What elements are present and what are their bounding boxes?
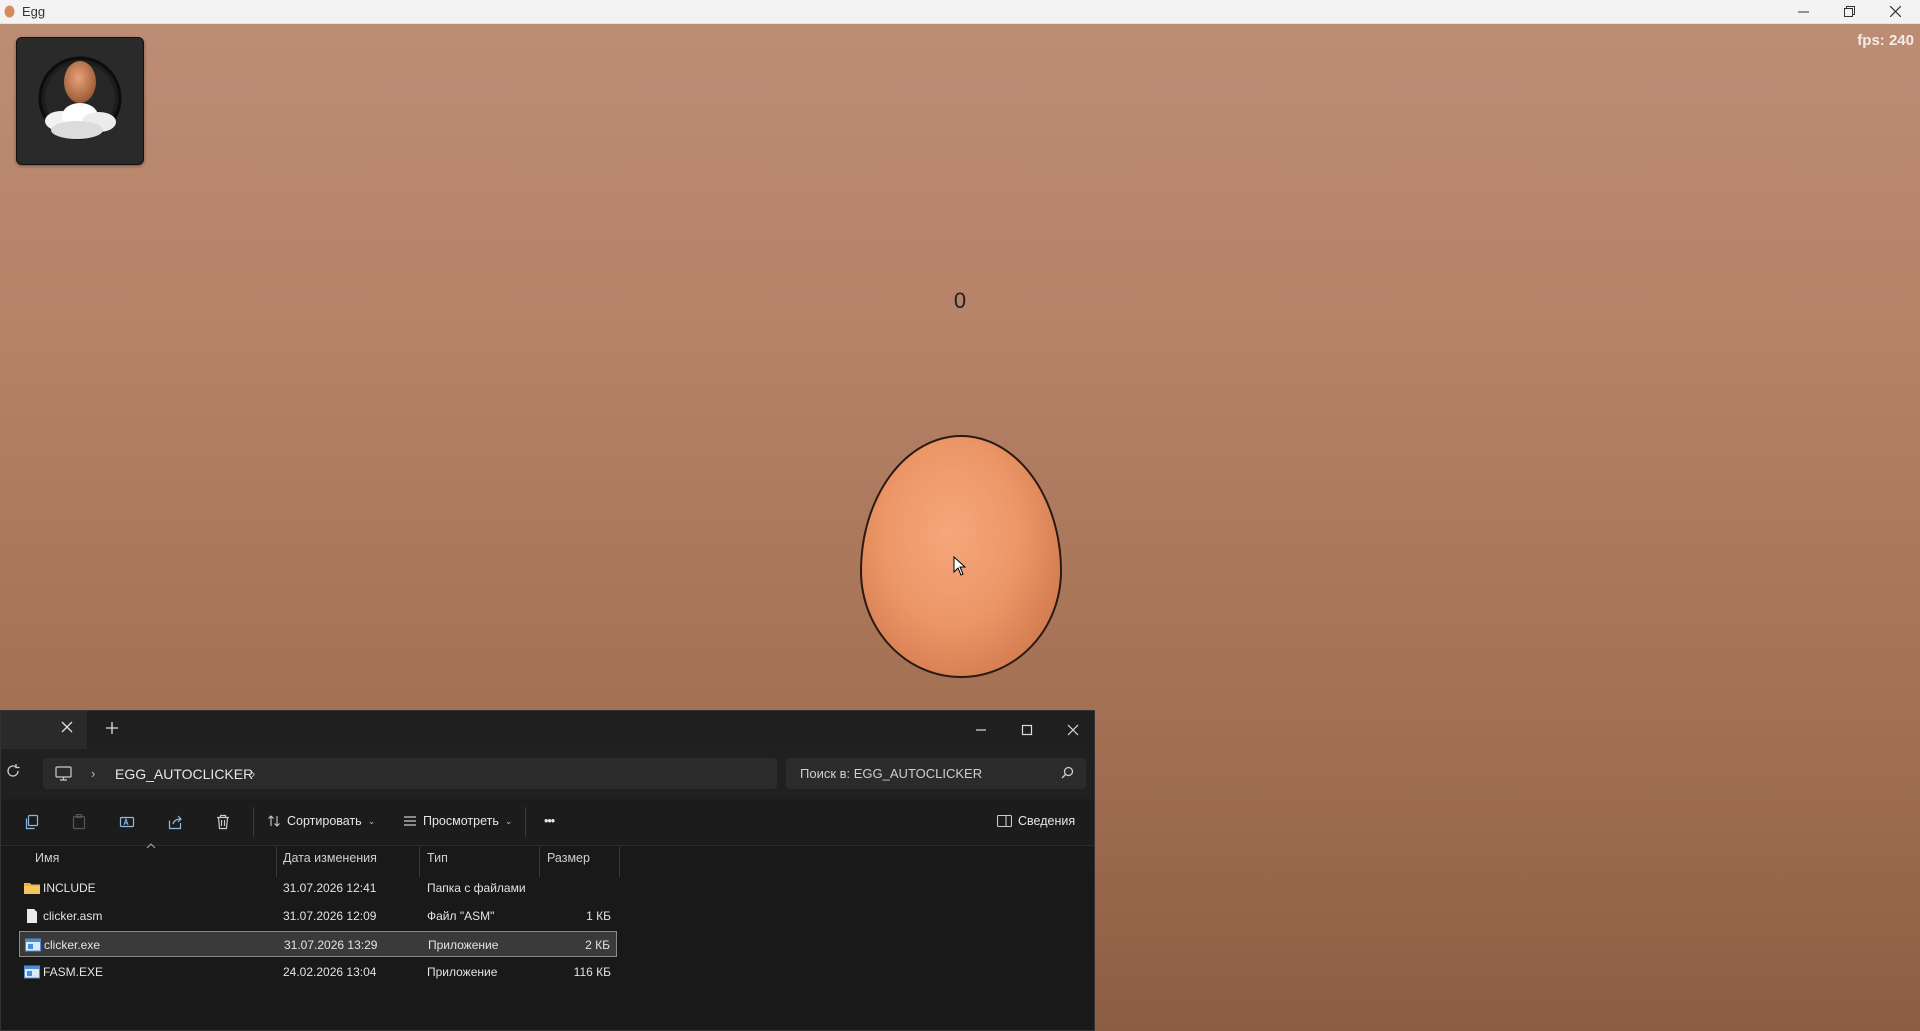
copy-button[interactable] [22,812,42,832]
file-size: 116 КБ [573,965,611,979]
toolbar-separator [253,807,254,837]
view-button[interactable]: Просмотреть ⌄ [403,814,512,828]
view-list-icon [404,816,416,826]
file-name: clicker.asm [43,909,103,923]
close-button[interactable] [1872,0,1918,23]
details-pane-icon [997,814,1012,828]
search-placeholder: Поиск в: EGG_AUTOCLICKER [800,766,983,781]
window-title: Egg [22,4,46,19]
minimize-button[interactable] [1780,0,1826,23]
share-icon [168,815,182,830]
sort-ascending-icon [146,843,156,849]
explorer-maximize-button[interactable] [1013,717,1041,743]
breadcrumb-chevron-icon[interactable]: › [251,766,255,781]
explorer-tab-bar [1,711,1094,749]
file-icon [27,909,37,923]
more-options-button[interactable]: ••• [544,814,555,828]
egg-app-icon [4,5,15,18]
close-icon [1067,724,1079,736]
file-row-selected[interactable]: clicker.exe 31.07.2026 13:29 Приложение … [19,931,617,957]
details-pane-button[interactable]: Сведения [997,814,1075,828]
exe-icon [24,965,40,979]
computer-icon [55,766,72,781]
column-header-modified[interactable]: Дата изменения [283,851,377,875]
file-row[interactable]: clicker.asm 31.07.2026 12:09 Файл "ASM" … [19,903,617,929]
file-modified: 24.02.2026 13:04 [283,965,377,979]
paste-icon [72,814,86,830]
file-explorer-window: › EGG_AUTOCLICKER › Поиск в: EGG_AUTOCLI… [0,710,1095,1031]
explorer-tab[interactable] [1,711,87,749]
column-divider[interactable] [539,847,540,877]
search-box[interactable]: Поиск в: EGG_AUTOCLICKER [786,758,1086,789]
column-header-type[interactable]: Тип [427,851,448,875]
toolbar-separator [525,807,526,837]
file-type: Приложение [427,965,498,979]
folder-icon [24,883,40,894]
sort-icon [268,815,280,827]
close-icon [1889,6,1901,17]
minimize-icon [1797,11,1809,13]
fps-counter: fps: 240 [1857,32,1914,49]
refresh-icon[interactable] [5,763,21,779]
file-size: 2 КБ [585,938,610,952]
file-name: INCLUDE [43,881,96,895]
column-divider[interactable] [419,847,420,877]
egg-click-counter: 0 [953,288,967,313]
file-type: Приложение [428,938,499,952]
delete-button[interactable] [213,812,233,832]
explorer-minimize-button[interactable] [967,717,995,743]
rename-button[interactable] [117,812,137,832]
close-tab-icon[interactable] [61,721,73,733]
file-name: clicker.exe [44,938,101,952]
file-row[interactable]: FASM.EXE 24.02.2026 13:04 Приложение 116… [19,959,617,985]
share-button[interactable] [165,812,185,832]
exe-icon [25,938,41,952]
breadcrumb-folder[interactable]: EGG_AUTOCLICKER [115,766,253,782]
sort-button[interactable]: Сортировать ⌄ [267,814,375,828]
column-divider[interactable] [619,847,620,877]
file-modified: 31.07.2026 12:09 [283,909,377,923]
rename-icon [119,816,135,828]
egg-on-cloud-icon [38,56,122,140]
maximize-icon [1021,724,1033,736]
file-name: FASM.EXE [43,965,104,979]
explorer-close-button[interactable] [1059,717,1087,743]
details-label: Сведения [1018,814,1076,828]
mouse-cursor-icon [953,556,967,576]
restore-button[interactable] [1826,0,1872,23]
more-icon: ••• [544,814,555,828]
search-icon [1061,766,1074,779]
new-tab-icon[interactable] [105,721,119,735]
paste-button[interactable] [69,812,89,832]
column-header-name[interactable]: Имя [35,851,59,875]
column-header-size[interactable]: Размер [547,851,590,875]
sort-label: Сортировать [287,814,362,828]
breadcrumb-chevron-icon: › [91,766,96,781]
chevron-down-icon: ⌄ [504,815,513,826]
column-divider[interactable] [276,847,277,877]
file-modified: 31.07.2026 12:41 [283,881,377,895]
chevron-down-icon: ⌄ [367,815,376,826]
cloud-egg-upgrade-button[interactable] [16,37,144,165]
file-size: 1 КБ [586,909,611,923]
restore-icon [1843,6,1855,17]
copy-icon [25,814,39,830]
trash-icon [217,814,229,830]
file-row[interactable]: INCLUDE 31.07.2026 12:41 Папка с файлами [19,875,617,901]
minimize-icon [976,729,986,731]
file-type: Файл "ASM" [427,909,495,923]
file-type: Папка с файлами [427,881,526,895]
view-label: Просмотреть [423,814,499,828]
file-modified: 31.07.2026 13:29 [284,938,378,952]
game-titlebar: Egg [0,0,1920,24]
address-bar[interactable]: › EGG_AUTOCLICKER › [43,758,777,789]
